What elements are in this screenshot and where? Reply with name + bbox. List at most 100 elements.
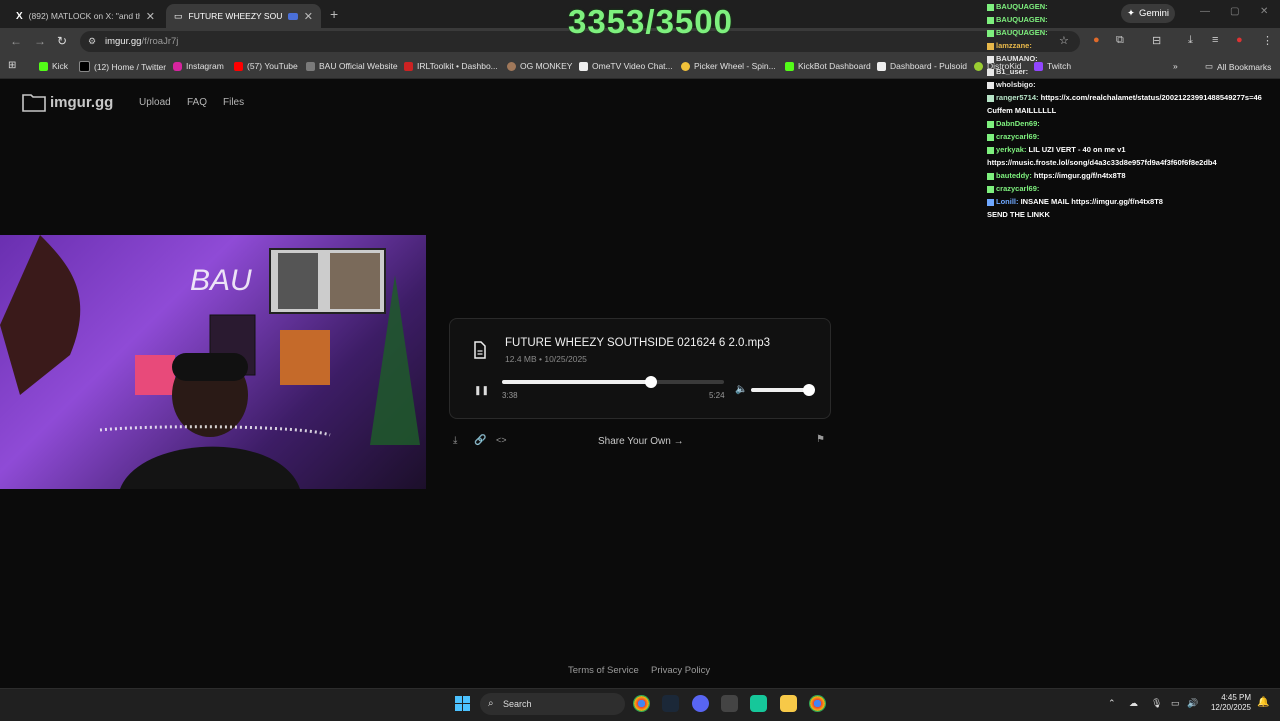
url-text: imgur.gg/f/roaJr7j (105, 36, 179, 47)
tab-future-wheezy[interactable]: ▭ FUTURE WHEEZY SOUTHSIDE ✕ (166, 4, 321, 28)
network-icon[interactable]: ▭ (1171, 698, 1180, 709)
chat-username: BAUQUAGEN: (996, 15, 1048, 24)
share-your-own-link[interactable]: Share Your Own → (598, 436, 684, 447)
chat-text: https://x.com/realchalamet/status/200212… (1040, 93, 1262, 102)
nav-upload[interactable]: Upload (139, 97, 171, 108)
close-icon[interactable]: ✕ (304, 10, 313, 23)
chrome-icon[interactable] (633, 695, 650, 712)
chat-message: yerkyak: LIL UZI VERT - 40 on me v1 (987, 145, 1126, 155)
volume-icon[interactable]: 🔈 (735, 384, 747, 395)
seek-handle[interactable] (644, 376, 657, 388)
terms-link[interactable]: Terms of Service (568, 665, 639, 676)
chat-message: Cuffem MAILLLLLL (987, 106, 1056, 116)
bookmark-item[interactable]: Twitch (1034, 61, 1071, 71)
folder-icon (22, 94, 46, 112)
bookmark-item[interactable]: OG MONKEY (507, 61, 572, 71)
chat-username: DabnDen69: (996, 119, 1040, 128)
bookmark-star-icon[interactable]: ☆ (1059, 34, 1069, 47)
embed-code-icon[interactable]: <> (496, 435, 507, 445)
tab-matlock[interactable]: X (892) MATLOCK on X: "and that ✕ (8, 4, 163, 28)
nav-faq[interactable]: FAQ (187, 97, 207, 108)
menu-icon[interactable]: ⋮ (1262, 34, 1273, 47)
windows-start-icon[interactable] (455, 696, 470, 716)
close-window-button[interactable]: ✕ (1260, 6, 1268, 17)
file-explorer-icon[interactable] (780, 695, 797, 712)
bookmark-item[interactable]: KickBot Dashboard (785, 61, 871, 71)
nav-files[interactable]: Files (223, 97, 244, 108)
chat-text: LIL UZI VERT - 40 on me v1 (1028, 145, 1126, 154)
maximize-button[interactable]: ▢ (1230, 6, 1239, 17)
gemini-button[interactable]: ✦ Gemini (1121, 4, 1175, 23)
tab-search-icon[interactable]: ⊟ (1152, 34, 1161, 47)
logo-text: imgur.gg (50, 93, 114, 111)
forward-button[interactable]: → (34, 34, 46, 48)
search-icon: ⌕ (488, 698, 494, 709)
reload-button[interactable]: ↻ (57, 34, 67, 48)
all-bookmarks-button[interactable]: ▭ All Bookmarks (1205, 61, 1271, 72)
close-icon[interactable]: ✕ (146, 10, 155, 23)
chat-badge-icon (987, 81, 994, 89)
privacy-link[interactable]: Privacy Policy (651, 665, 710, 676)
bookmark-item[interactable]: Kick (39, 61, 68, 71)
webcam-feed: BAU (0, 235, 426, 489)
back-button[interactable]: ← (10, 34, 22, 48)
chat-message: bauteddy: https://imgur.gg/f/n4tx8T8 (987, 171, 1126, 181)
chrome-active-icon[interactable] (809, 695, 826, 712)
extensions-puzzle-icon[interactable]: ⧉ (1116, 34, 1124, 47)
cloud-icon[interactable]: ☁ (1129, 698, 1138, 709)
steam-icon[interactable] (662, 695, 679, 712)
chat-badge-icon (987, 133, 994, 141)
microphone-icon[interactable]: 🎙 (1151, 698, 1162, 709)
obs-icon[interactable] (721, 695, 738, 712)
seek-bar[interactable] (502, 376, 724, 388)
report-flag-icon[interactable]: ⚑ (816, 434, 825, 445)
audio-player-card (449, 318, 831, 419)
apps-grid-icon[interactable]: ⊞ (8, 60, 16, 71)
more-bookmarks-chevron-icon[interactable]: » (1173, 61, 1178, 71)
bookmark-item[interactable]: Dashboard - Pulsoid (877, 61, 967, 71)
app-icon[interactable] (750, 695, 767, 712)
chat-message: BAUQUAGEN: (987, 15, 1048, 25)
download-icon[interactable]: ⤓ (1188, 34, 1193, 47)
link-icon[interactable]: 🔗 (474, 435, 486, 446)
discord-icon[interactable] (692, 695, 709, 712)
download-icon[interactable]: ⤓ (453, 435, 457, 446)
media-control-icon[interactable]: ≡ (1212, 34, 1218, 46)
chat-username: BAUQUAGEN: (996, 2, 1048, 11)
bookmark-item[interactable]: IRLToolkit • Dashbo... (404, 61, 498, 71)
tray-chevron-icon[interactable]: ⌃ (1108, 698, 1116, 709)
chat-message: Lonill: INSANE MAIL https://imgur.gg/f/n… (987, 197, 1163, 207)
minimize-button[interactable]: — (1200, 6, 1210, 17)
audio-playing-icon[interactable] (288, 12, 298, 20)
chat-username: yerkyak: (996, 145, 1029, 154)
bookmark-item[interactable]: Picker Wheel - Spin... (681, 61, 776, 71)
chat-username: ranger5714: (996, 93, 1041, 102)
chat-badge-icon (987, 120, 994, 128)
extension-icon[interactable]: ● (1093, 34, 1100, 46)
folder-icon: ▭ (1205, 61, 1214, 71)
site-info-icon[interactable]: ⚙ (88, 36, 96, 47)
volume-slider[interactable] (751, 384, 815, 396)
bookmark-item[interactable]: Instagram (173, 61, 224, 71)
site-logo[interactable]: imgur.gg (22, 92, 113, 112)
bookmark-item[interactable]: OmeTV Video Chat... (579, 61, 673, 71)
new-tab-button[interactable]: + (330, 6, 338, 22)
bookmark-item[interactable]: (57) YouTube (234, 61, 298, 71)
chat-text: https://music.froste.lol/song/d4a3c33d8e… (987, 158, 1217, 167)
bookmark-item[interactable]: BAU Official Website (306, 61, 398, 71)
chat-username: crazycarl69: (996, 132, 1040, 141)
speaker-icon[interactable]: 🔊 (1187, 698, 1198, 709)
chat-username: BAUMANO: (996, 54, 1038, 63)
x-icon: X (16, 10, 23, 22)
tab-title: (892) MATLOCK on X: "and that (28, 11, 140, 21)
volume-handle[interactable] (803, 384, 815, 396)
chat-message: https://music.froste.lol/song/d4a3c33d8e… (987, 158, 1217, 168)
chat-username: B1_user: (996, 67, 1029, 76)
pause-button[interactable]: ❚❚ (474, 385, 489, 396)
clock[interactable]: 4:45 PM 12/20/2025 (1203, 693, 1251, 713)
taskbar-search[interactable] (480, 693, 625, 715)
bookmark-item[interactable]: (12) Home / Twitter (79, 61, 166, 72)
notification-bell-icon[interactable]: 🔔 (1257, 697, 1269, 708)
chat-text: SEND THE LINKK (987, 210, 1050, 219)
profile-avatar[interactable]: ● (1236, 34, 1243, 46)
